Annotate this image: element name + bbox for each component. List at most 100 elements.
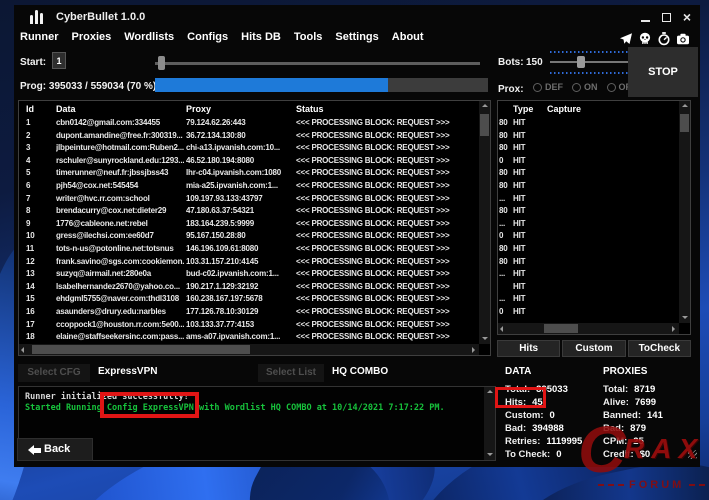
hit-row[interactable]: 80 HIT	[498, 205, 679, 218]
menu-item-configs[interactable]: Configs	[187, 31, 228, 43]
horizontal-scrollbar[interactable]	[498, 323, 679, 334]
menu-item-runner[interactable]: Runner	[20, 31, 59, 43]
radio-circle-icon[interactable]	[607, 83, 616, 92]
table-row[interactable]: 6 pjh54@cox.net:545454 mia-a25.ipvanish.…	[19, 180, 479, 193]
slider-thumb[interactable]	[577, 56, 585, 68]
scroll-right-button[interactable]	[668, 323, 679, 334]
menu-item-hits-db[interactable]: Hits DB	[241, 31, 281, 43]
prox-radio[interactable]: DEF	[533, 82, 563, 92]
vertical-scrollbar[interactable]	[679, 101, 690, 323]
title-bar[interactable]: CyberBullet 1.0.0 ×	[14, 5, 700, 29]
hit-row[interactable]: 80 HIT	[498, 243, 679, 256]
progress-label: Prog: 395033 / 559034 (70 %)	[20, 81, 156, 92]
menu-item-proxies[interactable]: Proxies	[72, 31, 112, 43]
start-input[interactable]	[52, 52, 66, 69]
table-row[interactable]: 4 rschuler@sunyrockland.edu:1293... 46.5…	[19, 155, 479, 168]
hits-button[interactable]: Hits	[497, 340, 560, 357]
scrollbar-thumb[interactable]	[32, 345, 250, 354]
menu-item-about[interactable]: About	[392, 31, 424, 43]
radio-circle-icon[interactable]	[533, 83, 542, 92]
scrollbar-thumb[interactable]	[680, 114, 689, 132]
back-button[interactable]: Back	[17, 438, 93, 461]
table-row[interactable]: 5 timerunner@neuf.fr:jbssjbss43 lhr-c04.…	[19, 167, 479, 180]
hit-row[interactable]: ... HIT	[498, 193, 679, 206]
menu-item-wordlists[interactable]: Wordlists	[124, 31, 174, 43]
skull-icon[interactable]	[638, 32, 652, 46]
stat-row: Banned:141	[603, 405, 663, 418]
vertical-scrollbar[interactable]	[479, 101, 490, 344]
scroll-right-button[interactable]	[468, 344, 479, 355]
cell-proxy: 109.197.93.133:43797	[186, 193, 293, 206]
slider-thumb[interactable]	[158, 56, 165, 70]
table-row[interactable]: 7 writer@hvc.rr.com:school 109.197.93.13…	[19, 193, 479, 206]
results-table: Id Data Proxy Status 1 cbn0142@gmail.com…	[18, 100, 491, 356]
col-proxy: Proxy	[186, 101, 293, 117]
cell-status: <<< PROCESSING BLOCK: REQUEST >>>	[296, 319, 479, 332]
hit-row[interactable]: ... HIT	[498, 268, 679, 281]
select-list-button[interactable]: Select List	[258, 364, 324, 382]
hit-row[interactable]: 0 HIT	[498, 306, 679, 319]
hit-row[interactable]: 80 HIT	[498, 180, 679, 193]
resize-grip[interactable]	[688, 450, 697, 459]
cell-proxy: 46.52.180.194:8080	[186, 155, 293, 168]
table-row[interactable]: 1 cbn0142@gmail.com:334455 79.124.62.26:…	[19, 117, 479, 130]
table-row[interactable]: 18 elaine@staffseekersinc.com:pass... am…	[19, 331, 479, 344]
scrollbar-thumb[interactable]	[544, 324, 578, 333]
camera-icon[interactable]	[676, 32, 690, 46]
scroll-left-button[interactable]	[498, 323, 509, 334]
menu-item-settings[interactable]: Settings	[335, 31, 378, 43]
table-row[interactable]: 11 tots-n-us@potonline.net:totsnus 146.1…	[19, 243, 479, 256]
close-button[interactable]: ×	[680, 11, 694, 24]
scroll-up-button[interactable]	[484, 387, 495, 398]
start-slider[interactable]	[155, 56, 480, 70]
maximize-button[interactable]	[659, 11, 673, 24]
hit-row[interactable]: HIT	[498, 281, 679, 294]
hit-row[interactable]: 80 HIT	[498, 142, 679, 155]
scroll-up-button[interactable]	[679, 101, 690, 112]
radio-circle-icon[interactable]	[572, 83, 581, 92]
stop-button[interactable]: STOP	[628, 47, 698, 97]
table-row[interactable]: 8 brendacurry@cox.net:dieter29 47.180.63…	[19, 205, 479, 218]
select-cfg-button[interactable]: Select CFG	[18, 364, 90, 382]
hit-row[interactable]: 80 HIT	[498, 130, 679, 143]
scroll-down-button[interactable]	[484, 449, 495, 460]
hit-row[interactable]: ... HIT	[498, 218, 679, 231]
table-row[interactable]: 16 asaunders@drury.edu:narbles 177.126.7…	[19, 306, 479, 319]
table-row[interactable]: 10 gress@ilechsi.com:ee60d7 95.167.150.2…	[19, 230, 479, 243]
custom-button[interactable]: Custom	[562, 340, 625, 357]
stopwatch-icon[interactable]	[657, 32, 671, 46]
table-row[interactable]: 13 suzyq@airmail.net:280e0a bud-c02.ipva…	[19, 268, 479, 281]
table-row[interactable]: 14 lsabelhernandez2670@yahoo.co... 190.2…	[19, 281, 479, 294]
bots-slider[interactable]	[550, 51, 630, 75]
table-row[interactable]: 2 dupont.amandine@free.fr:300319... 36.7…	[19, 130, 479, 143]
table-row[interactable]: 12 frank.savino@sgs.com:cookiemon... 103…	[19, 256, 479, 269]
minimize-button[interactable]	[638, 11, 652, 24]
hit-row[interactable]: 80 HIT	[498, 117, 679, 130]
telegram-icon[interactable]	[619, 32, 633, 46]
scroll-left-button[interactable]	[19, 344, 30, 355]
scroll-down-button[interactable]	[479, 333, 490, 344]
scrollbar-thumb[interactable]	[480, 114, 489, 136]
scroll-up-button[interactable]	[479, 101, 490, 112]
vertical-scrollbar[interactable]	[484, 387, 495, 460]
table-row[interactable]: 9 1776@cableone.net:rebel 183.164.239.5:…	[19, 218, 479, 231]
hit-row[interactable]: 0 HIT	[498, 230, 679, 243]
cell-proxy: 103.31.157.210:4145	[186, 256, 293, 269]
table-row[interactable]: 17 ccoppock1@houston.rr.com:5e00... 103.…	[19, 319, 479, 332]
prox-radio[interactable]: ON	[572, 82, 598, 92]
table-row[interactable]: 15 ehdgml5755@naver.com:thdl3108 160.238…	[19, 293, 479, 306]
scroll-down-button[interactable]	[679, 312, 690, 323]
stat-value: 0	[556, 449, 561, 460]
hit-row[interactable]: 0 HIT	[498, 155, 679, 168]
hit-row[interactable]: 80 HIT	[498, 167, 679, 180]
menu-item-tools[interactable]: Tools	[294, 31, 323, 43]
hit-row[interactable]: 80 HIT	[498, 256, 679, 269]
horizontal-scrollbar[interactable]	[19, 344, 479, 355]
cell-status: <<< PROCESSING BLOCK: REQUEST >>>	[296, 306, 479, 319]
hit-row[interactable]: ... HIT	[498, 293, 679, 306]
table-row[interactable]: 3 jlbpeinture@hotmail.com:Ruben2... chi-…	[19, 142, 479, 155]
tocheck-button[interactable]: ToCheck	[628, 340, 691, 357]
cell-type: HIT	[513, 256, 543, 269]
app-window: CyberBullet 1.0.0 × Runner Proxies Wordlis…	[14, 5, 700, 467]
cell-proxy: 95.167.150.28:80	[186, 230, 293, 243]
